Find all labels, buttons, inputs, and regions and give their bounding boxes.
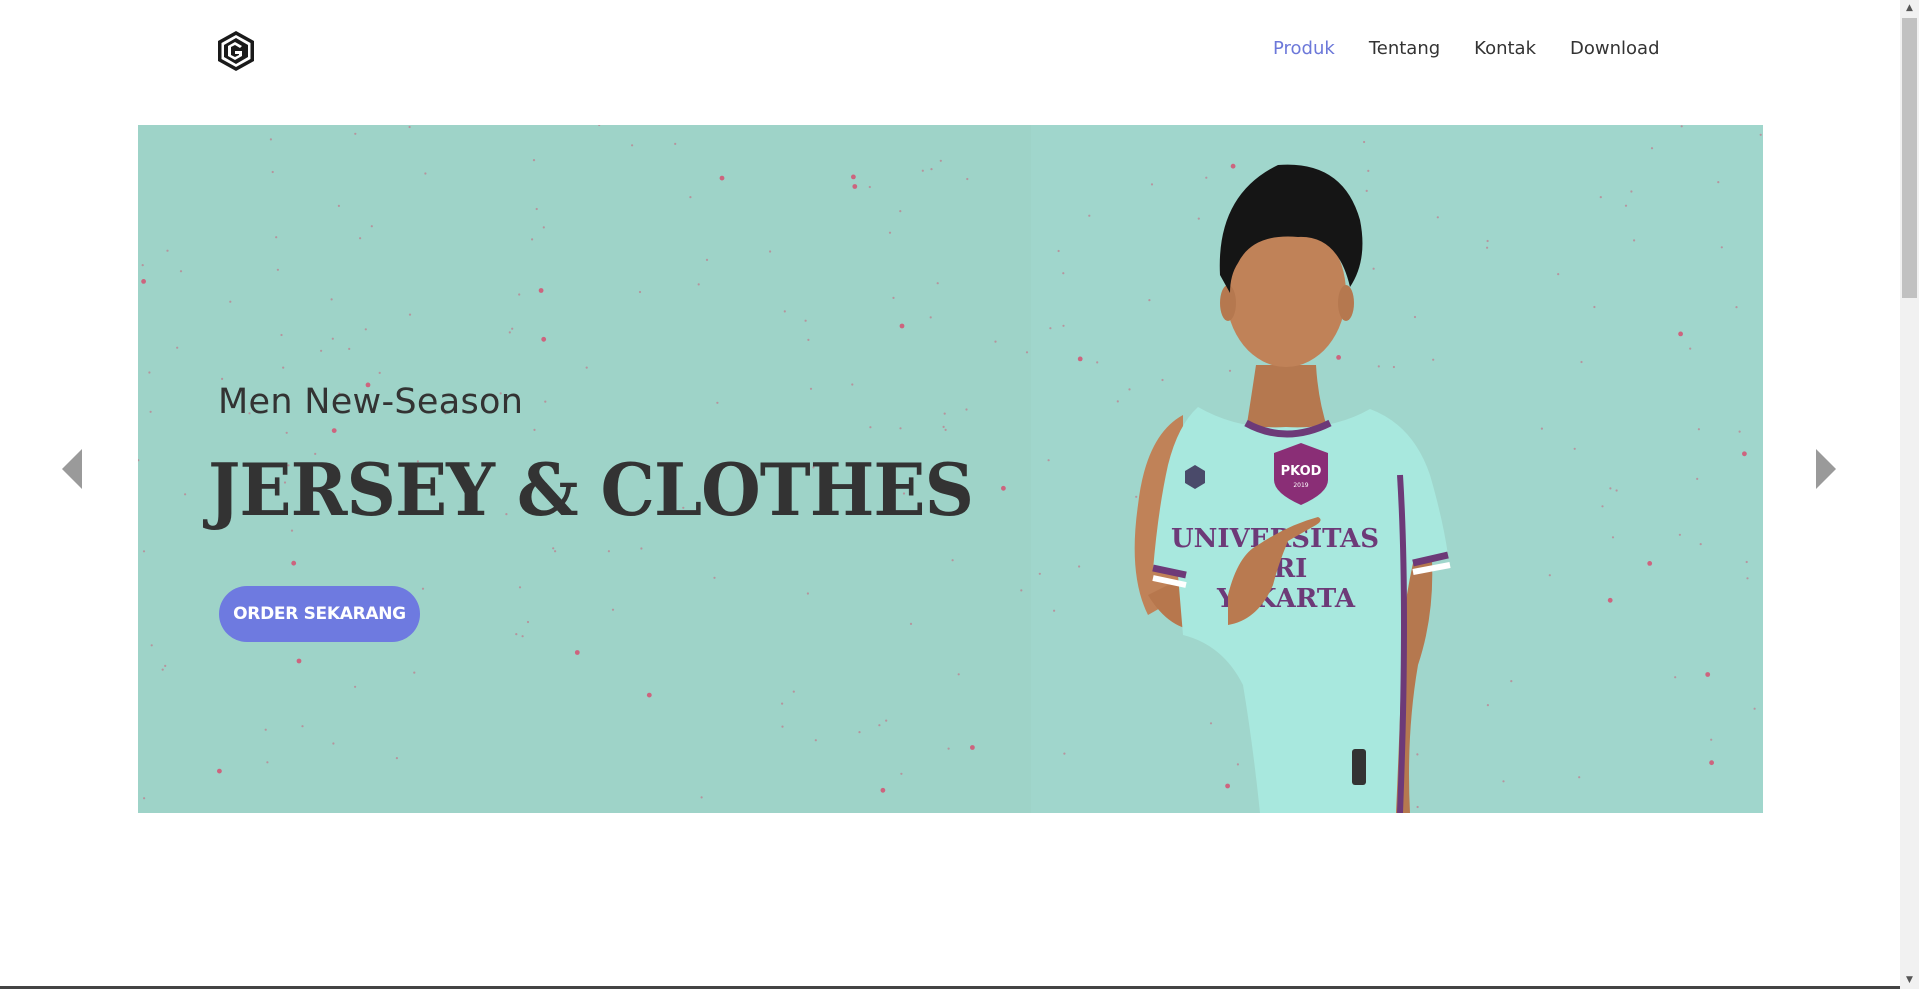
hero-subtitle: Men New-Season — [218, 382, 524, 422]
hero-slide: PKOD 2019 UNIVERSITAS ISRI YAKARTA Men N… — [138, 125, 1763, 813]
scroll-up-icon[interactable]: ▲ — [1900, 0, 1919, 17]
nav-item-kontak[interactable]: Kontak — [1474, 38, 1536, 59]
scroll-down-icon[interactable]: ▼ — [1900, 972, 1919, 989]
vertical-scrollbar[interactable]: ▲ ▼ — [1900, 0, 1919, 989]
scrollbar-thumb[interactable] — [1902, 18, 1917, 298]
jersey-badge-text: PKOD — [1281, 464, 1322, 479]
order-now-button[interactable]: ORDER SEKARANG — [219, 586, 420, 642]
nav-item-produk[interactable]: Produk — [1273, 38, 1335, 59]
brand-logo[interactable] — [216, 30, 256, 72]
hero-title: JERSEY & CLOTHES — [208, 447, 974, 532]
hexagon-g-logo-icon — [218, 31, 254, 71]
chevron-right-icon[interactable] — [1814, 447, 1838, 491]
main-nav: Produk Tentang Kontak Download — [1273, 38, 1660, 59]
jersey-badge-year: 2019 — [1293, 482, 1308, 489]
nav-item-download[interactable]: Download — [1570, 38, 1659, 59]
chevron-left-icon[interactable] — [60, 447, 84, 491]
page: Produk Tentang Kontak Download PKOD 2019… — [0, 0, 1900, 989]
nav-item-tentang[interactable]: Tentang — [1369, 38, 1440, 59]
